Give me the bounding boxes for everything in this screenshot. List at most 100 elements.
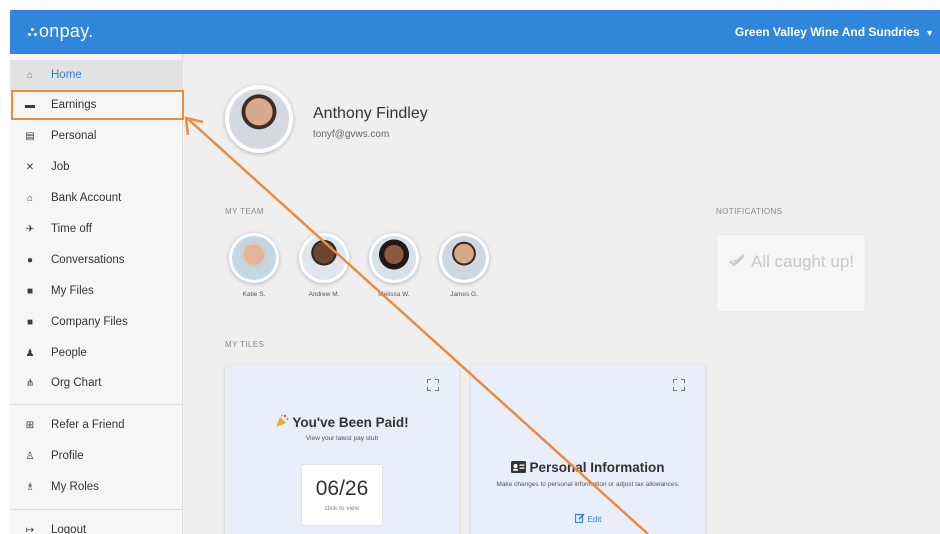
sidebar-item-job[interactable]: ✕ Job bbox=[10, 152, 183, 182]
sidebar-item-personal[interactable]: ▤ Personal bbox=[10, 121, 183, 151]
sidebar-item-my-roles[interactable]: ♗ My Roles bbox=[10, 472, 183, 502]
sidebar-item-label: Conversations bbox=[51, 254, 125, 266]
avatar bbox=[369, 233, 419, 283]
money-icon: ▬ bbox=[25, 99, 35, 111]
org-chart-icon: ⋔ bbox=[25, 377, 35, 389]
profile-name: Anthony Findley bbox=[313, 105, 428, 122]
sidebar-divider bbox=[10, 404, 183, 405]
edit-link[interactable]: Edit bbox=[471, 513, 705, 524]
sidebar-item-label: Job bbox=[51, 161, 70, 173]
team-photo bbox=[302, 236, 346, 280]
team-member-andrew[interactable]: Andrew M. bbox=[297, 233, 351, 303]
profile-avatar[interactable] bbox=[225, 85, 293, 153]
files-icon: ■ bbox=[26, 285, 34, 297]
gift-icon: ⊞ bbox=[25, 419, 35, 431]
sidebar-item-label: Home bbox=[51, 69, 82, 81]
profile-photo bbox=[229, 89, 289, 149]
party-popper-icon bbox=[276, 414, 289, 427]
sidebar-item-earnings[interactable]: ▬ Earnings bbox=[10, 90, 183, 120]
plane-icon: ✈ bbox=[25, 223, 35, 235]
team-photo bbox=[232, 236, 276, 280]
team-photo bbox=[372, 236, 416, 280]
sidebar-item-time-off[interactable]: ✈ Time off bbox=[10, 214, 183, 244]
team-member-name: Katie S. bbox=[242, 291, 266, 298]
sidebar-item-refer-a-friend[interactable]: ⊞ Refer a Friend bbox=[10, 410, 183, 440]
sidebar: ⌂ Home ▬ Earnings ▤ Personal ✕ Job ⌂ Ban… bbox=[10, 54, 183, 534]
sidebar-item-label: My Files bbox=[51, 285, 94, 297]
app-window: onpay. Green Valley Wine And Sundries ▼ … bbox=[10, 10, 940, 534]
sidebar-item-company-files[interactable]: ■ Company Files bbox=[10, 307, 183, 337]
edit-icon bbox=[574, 513, 585, 524]
expand-icon[interactable] bbox=[427, 379, 439, 391]
sidebar-item-profile[interactable]: ♙ Profile bbox=[10, 441, 183, 471]
avatar bbox=[299, 233, 349, 283]
sidebar-item-my-files[interactable]: ■ My Files bbox=[10, 276, 183, 306]
tile-subtitle: Make changes to personal information or … bbox=[496, 481, 680, 488]
company-selector[interactable]: Green Valley Wine And Sundries ▼ bbox=[735, 25, 934, 39]
sidebar-item-label: Earnings bbox=[51, 99, 97, 111]
sidebar-item-label: Time off bbox=[51, 223, 92, 235]
bank-icon: ⌂ bbox=[26, 192, 34, 204]
id-card-icon: ▤ bbox=[25, 130, 35, 142]
sidebar-item-label: Logout bbox=[51, 524, 87, 534]
tile-title: You've Been Paid! bbox=[225, 414, 459, 430]
sidebar-item-label: People bbox=[51, 347, 87, 359]
sidebar-item-label: Bank Account bbox=[51, 192, 122, 204]
people-icon: ♟ bbox=[25, 347, 35, 359]
sidebar-item-label: Org Chart bbox=[51, 377, 102, 389]
notifications-card: All caught up! bbox=[716, 234, 866, 312]
click-to-view-link: click to view bbox=[324, 505, 360, 512]
team-member-name: Andrew M. bbox=[308, 291, 340, 298]
my-team-label: MY TEAM bbox=[225, 207, 264, 216]
notifications-message: All caught up! bbox=[729, 251, 864, 273]
company-name: Green Valley Wine And Sundries bbox=[734, 25, 920, 39]
team-member-name: James G. bbox=[450, 291, 478, 298]
logo-dots-icon bbox=[28, 27, 37, 38]
id-card-icon bbox=[511, 461, 527, 473]
users-icon: ♗ bbox=[25, 481, 35, 493]
sidebar-item-label: Company Files bbox=[51, 316, 128, 328]
sidebar-item-bank-account[interactable]: ⌂ Bank Account bbox=[10, 183, 183, 213]
caret-down-icon: ▼ bbox=[925, 28, 934, 38]
tools-icon: ✕ bbox=[25, 161, 35, 173]
home-icon: ⌂ bbox=[26, 69, 34, 81]
team-member-name: Melissa W. bbox=[378, 291, 410, 298]
user-icon: ♙ bbox=[25, 450, 35, 462]
team-member-james[interactable]: James G. bbox=[437, 233, 491, 303]
tile-personal-information[interactable]: Personal Information Make changes to per… bbox=[471, 365, 705, 534]
expand-icon[interactable] bbox=[673, 379, 685, 391]
sidebar-item-people[interactable]: ♟ People bbox=[10, 338, 183, 368]
pay-date: 06/26 bbox=[315, 477, 369, 500]
tile-subtitle: View your latest pay stub bbox=[305, 435, 379, 442]
check-double-icon bbox=[729, 254, 745, 267]
top-bar: onpay. Green Valley Wine And Sundries ▼ bbox=[10, 10, 940, 54]
sidebar-item-org-chart[interactable]: ⋔ Org Chart bbox=[10, 368, 183, 398]
tile-title-text: Personal Information bbox=[529, 460, 665, 475]
team-photo bbox=[442, 236, 486, 280]
tile-title: Personal Information bbox=[471, 460, 705, 475]
my-tiles-label: MY TILES bbox=[225, 340, 265, 349]
team-member-katie[interactable]: Katie S. bbox=[227, 233, 281, 303]
notifications-label: NOTIFICATIONS bbox=[716, 207, 783, 216]
logout-icon: ↦ bbox=[25, 524, 35, 534]
folder-icon: ■ bbox=[26, 316, 34, 328]
sidebar-item-label: Personal bbox=[51, 130, 97, 142]
notifications-message-text: All caught up! bbox=[751, 252, 855, 271]
sidebar-item-label: Refer a Friend bbox=[51, 419, 125, 431]
comments-icon: ● bbox=[26, 254, 34, 266]
tile-you-have-been-paid[interactable]: You've Been Paid! View your latest pay s… bbox=[225, 365, 459, 534]
profile-email: tonyf@gvws.com bbox=[313, 129, 390, 140]
pay-date-card[interactable]: 06/26 click to view bbox=[301, 464, 383, 526]
sidebar-item-conversations[interactable]: ● Conversations bbox=[10, 245, 183, 275]
sidebar-item-label: Profile bbox=[51, 450, 84, 462]
avatar bbox=[439, 233, 489, 283]
sidebar-item-logout[interactable]: ↦ Logout bbox=[10, 515, 183, 534]
logo-text: onpay. bbox=[39, 21, 94, 41]
team-member-melissa[interactable]: Melissa W. bbox=[367, 233, 421, 303]
avatar bbox=[229, 233, 279, 283]
sidebar-item-label: My Roles bbox=[51, 481, 99, 493]
sidebar-divider bbox=[10, 509, 183, 510]
sidebar-item-home[interactable]: ⌂ Home bbox=[10, 60, 183, 90]
edit-link-text: Edit bbox=[587, 515, 602, 524]
onpay-logo[interactable]: onpay. bbox=[28, 21, 94, 42]
